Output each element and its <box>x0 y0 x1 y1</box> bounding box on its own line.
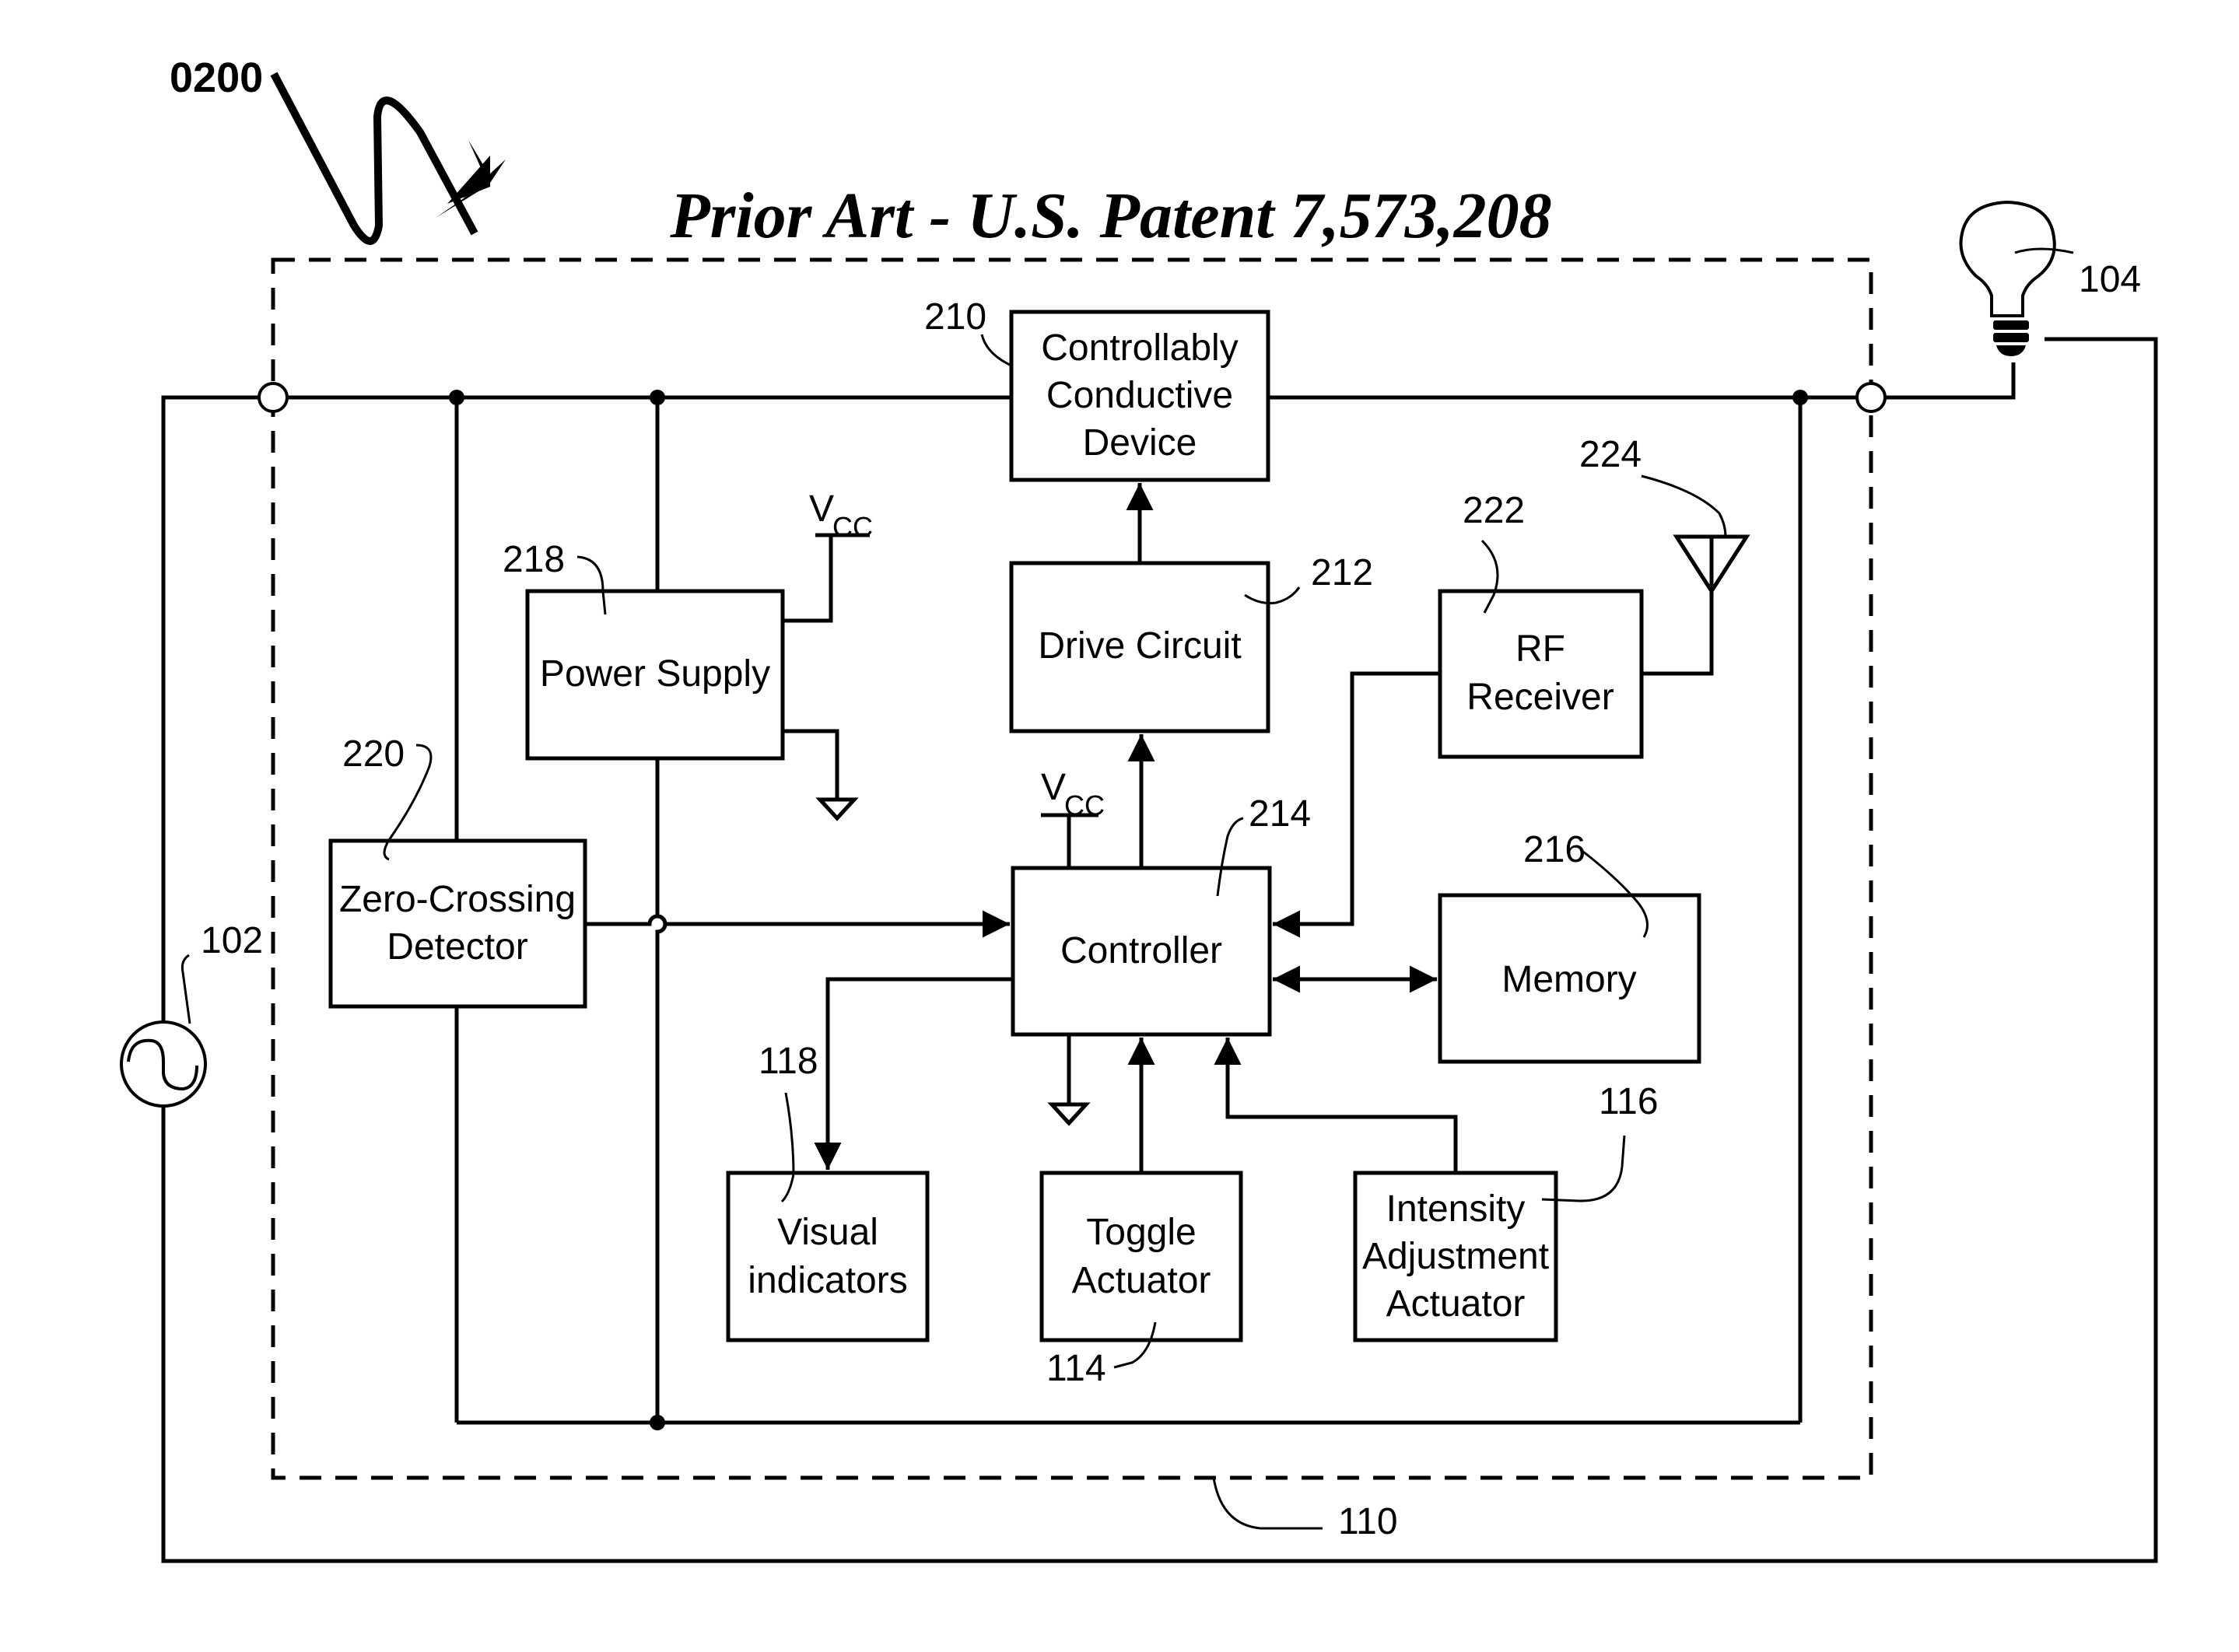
controller-to-visual-arrow <box>814 977 1013 1170</box>
ref-102: 102 <box>201 920 263 961</box>
terminal-hot <box>258 382 289 413</box>
ground-icon <box>815 797 859 821</box>
memory-label: Memory <box>1501 959 1636 1000</box>
ref-210: 210 <box>924 296 986 338</box>
ref-220: 220 <box>342 733 405 775</box>
rail-ps-bottom <box>655 758 667 1423</box>
visual-label-line2: indicators <box>748 1260 907 1301</box>
ps-ground-wire <box>783 729 839 800</box>
ref-110: 110 <box>1338 1501 1398 1542</box>
junction-dot <box>449 390 464 405</box>
rf-label-line1: RF <box>1515 628 1565 670</box>
leader-210 <box>980 334 1012 367</box>
block-visual-indicators: Visual indicators <box>726 1171 930 1342</box>
leader-224 <box>1641 474 1727 537</box>
visual-label-line1: Visual <box>777 1212 878 1253</box>
block-controller: Controller <box>1011 866 1272 1037</box>
zcd-label-line2: Detector <box>387 926 527 968</box>
junction-dot <box>650 390 665 405</box>
ref-218: 218 <box>503 539 565 580</box>
intensity-label-line2: Adjustment <box>1362 1236 1549 1277</box>
circuit-diagram: 0200 Prior Art - U.S. Patent 7,573,208 1… <box>120 54 2158 1563</box>
light-bulb-icon <box>1959 200 2056 356</box>
ref-214: 214 <box>1249 793 1311 835</box>
rf-to-antenna-wire <box>1642 537 1714 676</box>
ref-104: 104 <box>2079 259 2141 300</box>
intensity-label-line1: Intensity <box>1386 1188 1526 1230</box>
rf-label-line2: Receiver <box>1466 677 1614 718</box>
block-toggle-actuator: Toggle Actuator <box>1039 1171 1243 1342</box>
block-zero-crossing-detector: Zero-Crossing Detector <box>328 838 587 1009</box>
junction-dot <box>1792 390 1808 405</box>
ref-212: 212 <box>1311 552 1373 593</box>
leader-110 <box>1212 1477 1323 1530</box>
ac-source-icon <box>120 1020 207 1108</box>
svg-text:CC: CC <box>832 511 873 543</box>
ref-216: 216 <box>1523 829 1586 870</box>
svg-text:V: V <box>809 488 834 530</box>
toggle-label-line2: Actuator <box>1072 1260 1211 1301</box>
page-title: Prior Art - U.S. Patent 7,573,208 <box>669 180 1551 252</box>
ref-116: 116 <box>1599 1081 1659 1122</box>
antenna-icon <box>1673 534 1750 595</box>
zcd-to-controller-arrow <box>585 910 1010 938</box>
block-intensity-adjustment-actuator: Intensity Adjustment Actuator <box>1353 1171 1558 1342</box>
ccd-label-line2: Conductive <box>1046 375 1233 416</box>
toggle-label-line1: Toggle <box>1086 1212 1196 1253</box>
figure-pointer-arrow <box>270 72 506 245</box>
ref-114: 114 <box>1046 1348 1106 1389</box>
ccd-label-line1: Controllably <box>1041 327 1238 369</box>
junction-dot <box>650 1415 665 1430</box>
block-controllably-conductive-device: Controllably Conductive Device <box>1009 310 1270 482</box>
intensity-to-controller-arrow <box>1214 1038 1458 1173</box>
block-rf-receiver: RF Receiver <box>1438 589 1644 759</box>
svg-text:CC: CC <box>1064 789 1105 821</box>
terminal-dimmed-hot <box>1855 382 1887 413</box>
svg-text:V: V <box>1041 767 1066 808</box>
block-power-supply: Power Supply <box>525 589 785 761</box>
block-drive-circuit: Drive Circuit <box>1009 561 1270 733</box>
leader-102 <box>180 954 191 1024</box>
ref-224: 224 <box>1579 434 1642 475</box>
figure-ref: 0200 <box>170 54 263 101</box>
power-label: Power Supply <box>540 653 770 695</box>
load-wire <box>1871 362 2016 400</box>
controller-label: Controller <box>1060 930 1222 971</box>
ground-icon <box>1047 1102 1091 1126</box>
ps-vcc-wire <box>783 535 833 623</box>
drive-label: Drive Circuit <box>1038 625 1241 667</box>
ccd-label-line3: Device <box>1083 422 1197 464</box>
ref-118: 118 <box>759 1041 818 1082</box>
zcd-label-line1: Zero-Crossing <box>339 879 576 920</box>
intensity-label-line3: Actuator <box>1386 1283 1526 1325</box>
block-memory: Memory <box>1438 893 1701 1064</box>
ref-222: 222 <box>1463 490 1525 531</box>
